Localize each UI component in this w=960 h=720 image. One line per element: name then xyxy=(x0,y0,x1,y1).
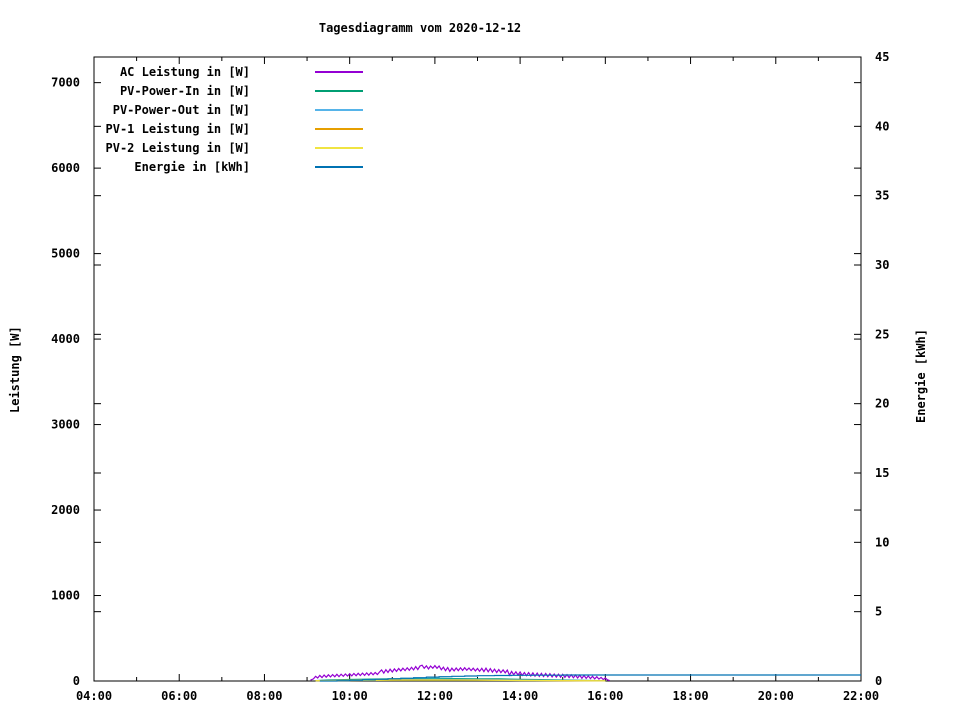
y2-tick-label: 35 xyxy=(875,189,889,203)
x-tick-label: 12:00 xyxy=(417,689,453,703)
x-tick-label: 04:00 xyxy=(76,689,112,703)
legend-item: PV-1 Leistung in [W] xyxy=(0,122,960,136)
legend-label: PV-Power-Out in [W] xyxy=(112,103,250,117)
x-tick-label: 14:00 xyxy=(502,689,538,703)
y2-tick-label: 20 xyxy=(875,397,889,411)
y-tick-label: 5000 xyxy=(51,247,80,261)
legend-line-sample xyxy=(315,128,363,130)
legend-line-sample xyxy=(315,90,363,92)
x-tick-label: 16:00 xyxy=(587,689,623,703)
legend-label: Energie in [kWh] xyxy=(134,160,250,174)
legend-label: PV-Power-In in [W] xyxy=(119,84,250,98)
legend-item: PV-Power-In in [W] xyxy=(0,84,960,98)
x-tick-label: 22:00 xyxy=(843,689,879,703)
legend-item: Energie in [kWh] xyxy=(0,160,960,174)
y2-tick-label: 15 xyxy=(875,466,889,480)
y-tick-label: 0 xyxy=(73,674,80,688)
x-tick-label: 10:00 xyxy=(332,689,368,703)
y2-tick-label: 25 xyxy=(875,327,889,341)
legend-line-sample xyxy=(315,109,363,111)
legend-item: PV-Power-Out in [W] xyxy=(0,103,960,117)
x-tick-label: 20:00 xyxy=(758,689,794,703)
legend-label: PV-1 Leistung in [W] xyxy=(105,122,251,136)
legend-line-sample xyxy=(315,71,363,73)
legend-line-sample xyxy=(315,147,363,149)
chart-canvas: Tagesdiagramm vom 2020-12-12 Leistung [W… xyxy=(0,0,960,720)
legend-item: AC Leistung in [W] xyxy=(0,65,960,79)
legend-label: AC Leistung in [W] xyxy=(119,65,250,79)
y-tick-label: 4000 xyxy=(51,332,80,346)
legend-line-sample xyxy=(315,166,363,168)
y-tick-label: 1000 xyxy=(51,589,80,603)
y-tick-label: 2000 xyxy=(51,503,80,517)
y2-tick-label: 5 xyxy=(875,605,882,619)
legend-label: PV-2 Leistung in [W] xyxy=(105,141,251,155)
x-tick-label: 06:00 xyxy=(161,689,197,703)
y2-tick-label: 0 xyxy=(875,674,882,688)
x-tick-label: 18:00 xyxy=(672,689,708,703)
x-tick-label: 08:00 xyxy=(246,689,282,703)
legend-item: PV-2 Leistung in [W] xyxy=(0,141,960,155)
y2-tick-label: 30 xyxy=(875,258,889,272)
y2-tick-label: 10 xyxy=(875,535,889,549)
y2-tick-label: 45 xyxy=(875,50,889,64)
y-tick-label: 3000 xyxy=(51,418,80,432)
